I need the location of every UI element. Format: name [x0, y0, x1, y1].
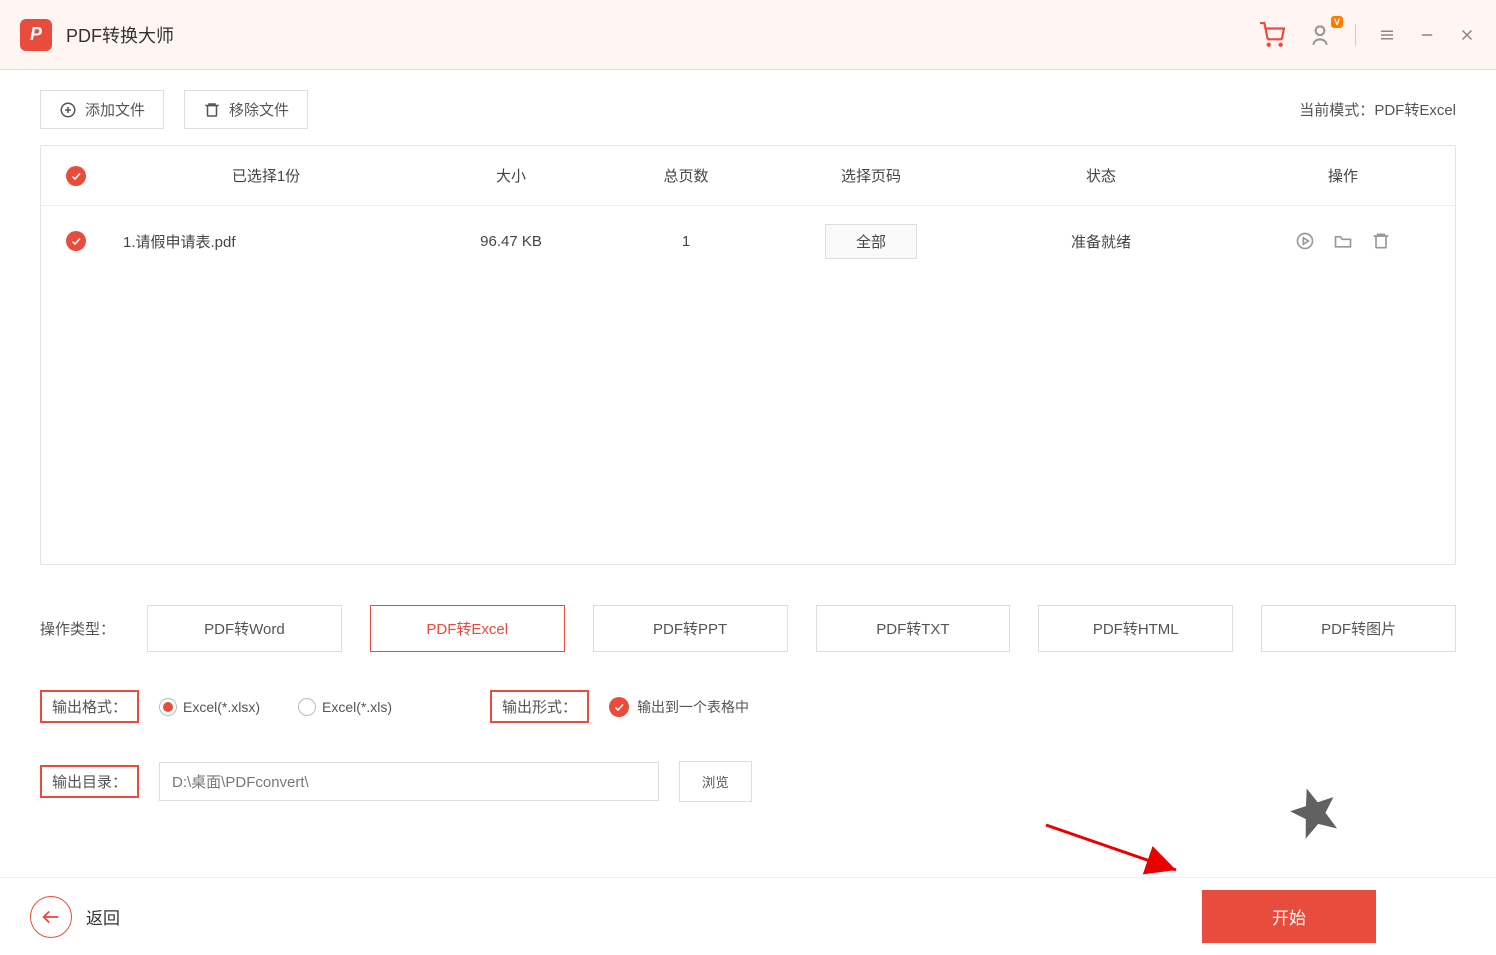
titlebar: P PDF转换大师 V: [0, 0, 1496, 70]
minimize-icon[interactable]: [1418, 26, 1436, 44]
row-size: 96.47 KB: [421, 233, 601, 250]
app-logo: P: [20, 19, 52, 51]
type-btn-0[interactable]: PDF转Word: [147, 605, 342, 652]
start-button[interactable]: 开始: [1202, 890, 1376, 943]
delete-icon[interactable]: [1371, 231, 1391, 251]
ops-type-label: 操作类型：: [40, 618, 115, 639]
plus-circle-icon: [59, 101, 77, 119]
check-icon: [609, 697, 629, 717]
th-ops: 操作: [1231, 165, 1455, 186]
back-button[interactable]: [30, 896, 72, 938]
back-label: 返回: [86, 904, 120, 929]
cart-icon[interactable]: [1259, 22, 1285, 48]
type-btn-1[interactable]: PDF转Excel: [370, 605, 565, 652]
row-status: 准备就绪: [971, 231, 1231, 252]
current-mode: 当前模式：PDF转Excel: [1299, 99, 1456, 120]
type-btn-2[interactable]: PDF转PPT: [593, 605, 788, 652]
th-status: 状态: [971, 165, 1231, 186]
output-form-label: 输出形式：: [490, 690, 589, 723]
radio-icon: [159, 698, 177, 716]
output-format-label: 输出格式：: [40, 690, 139, 723]
play-icon[interactable]: [1295, 231, 1315, 251]
type-btn-4[interactable]: PDF转HTML: [1038, 605, 1233, 652]
app-title: PDF转换大师: [66, 22, 174, 48]
output-dir-input[interactable]: [159, 762, 659, 801]
divider: [1355, 24, 1356, 46]
add-file-button[interactable]: 添加文件: [40, 90, 164, 129]
user-icon[interactable]: V: [1307, 22, 1333, 48]
arrow-left-icon: [40, 906, 62, 928]
close-icon[interactable]: [1458, 26, 1476, 44]
table-header: 已选择1份 大小 总页数 选择页码 状态 操作: [41, 146, 1455, 206]
th-size: 大小: [421, 165, 601, 186]
vip-badge: V: [1331, 16, 1343, 28]
th-select-pages: 选择页码: [771, 165, 971, 186]
format-option-xlsx[interactable]: Excel(*.xlsx): [159, 698, 260, 716]
browse-button[interactable]: 浏览: [679, 761, 752, 802]
th-selected: 已选择1份: [111, 165, 421, 186]
remove-file-label: 移除文件: [229, 99, 289, 120]
output-dir-label: 输出目录：: [40, 765, 139, 798]
row-pages: 1: [601, 233, 771, 250]
type-btn-3[interactable]: PDF转TXT: [816, 605, 1011, 652]
menu-icon[interactable]: [1378, 26, 1396, 44]
folder-icon[interactable]: [1333, 231, 1353, 251]
row-checkbox[interactable]: [66, 231, 86, 251]
format-option-xls[interactable]: Excel(*.xls): [298, 698, 392, 716]
output-form-option[interactable]: 输出到一个表格中: [609, 697, 749, 717]
radio-icon: [298, 698, 316, 716]
row-filename: 1.请假申请表.pdf: [111, 231, 421, 252]
select-all-checkbox[interactable]: [66, 166, 86, 186]
remove-file-button[interactable]: 移除文件: [184, 90, 308, 129]
table-row: 1.请假申请表.pdf 96.47 KB 1 全部 准备就绪: [41, 206, 1455, 276]
select-pages-button[interactable]: 全部: [825, 224, 917, 259]
type-btn-5[interactable]: PDF转图片: [1261, 605, 1456, 652]
file-table: 已选择1份 大小 总页数 选择页码 状态 操作 1.请假申请表.pdf 96.4…: [40, 145, 1456, 565]
add-file-label: 添加文件: [85, 99, 145, 120]
th-pages: 总页数: [601, 165, 771, 186]
trash-icon: [203, 101, 221, 119]
